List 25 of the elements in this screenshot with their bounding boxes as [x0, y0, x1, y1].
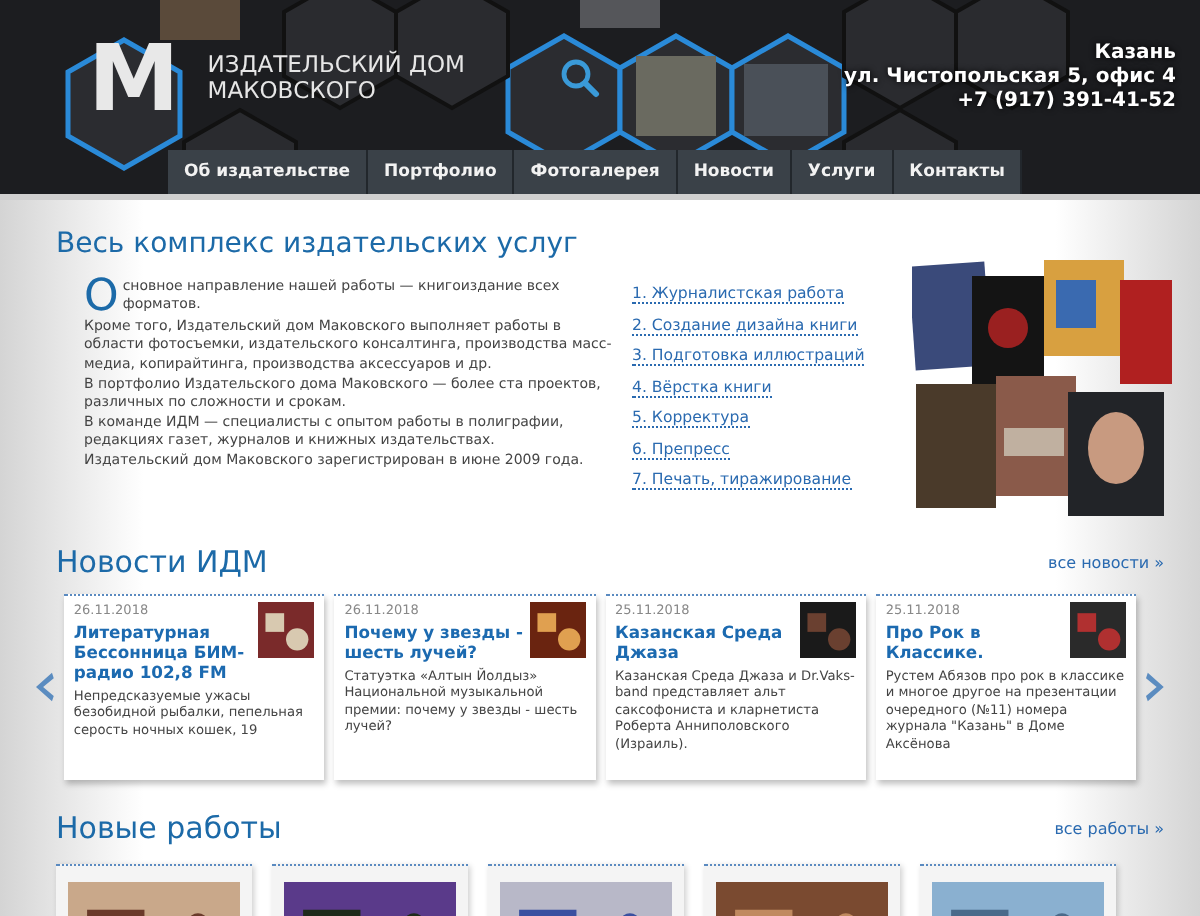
news-title[interactable]: Почему у звезды - шесть лучей? — [344, 622, 523, 662]
drop-cap: О — [84, 277, 119, 318]
nav-item[interactable]: Контакты — [893, 150, 1023, 194]
contact-text: ул. Чистопольская 5, офис 4 — [843, 66, 1176, 90]
nav-item[interactable]: Об издательстве — [168, 150, 369, 194]
section-title: Весь комплекс издательских услуг — [56, 228, 580, 262]
nav-item[interactable]: Портфолио — [368, 150, 515, 194]
search-icon[interactable] — [560, 58, 600, 98]
chevron-right-icon[interactable] — [1146, 672, 1164, 702]
nav-item[interactable]: Фотогалерея — [514, 150, 678, 194]
contact-text: Казань — [1094, 42, 1176, 66]
news-title[interactable]: Литературная Бессонница БИМ-радио 102,8 FM — [73, 622, 253, 682]
section-title: Новые работы — [56, 808, 282, 850]
section-title: Новости ИДМ — [56, 542, 268, 584]
logo-mark[interactable]: M — [88, 32, 180, 124]
nav-item[interactable]: Новости — [677, 150, 792, 194]
brand-name: ИЗДАТЕЛЬСКИЙ ДОМ — [207, 52, 465, 78]
nav-item[interactable]: Услуги — [791, 150, 894, 194]
all-works-link[interactable]: все работы » — [1054, 819, 1164, 837]
brand-name: МАКОВСКОГО — [207, 78, 378, 104]
chevron-left-icon[interactable] — [36, 672, 54, 702]
contact-text: +7 (917) 391-41-52 — [957, 90, 1176, 114]
news-title[interactable]: Про Рок в Классике. — [885, 622, 1065, 662]
all-news-link[interactable]: все новости » — [1047, 553, 1164, 571]
news-title[interactable]: Казанская Среда Джаза — [615, 622, 794, 662]
